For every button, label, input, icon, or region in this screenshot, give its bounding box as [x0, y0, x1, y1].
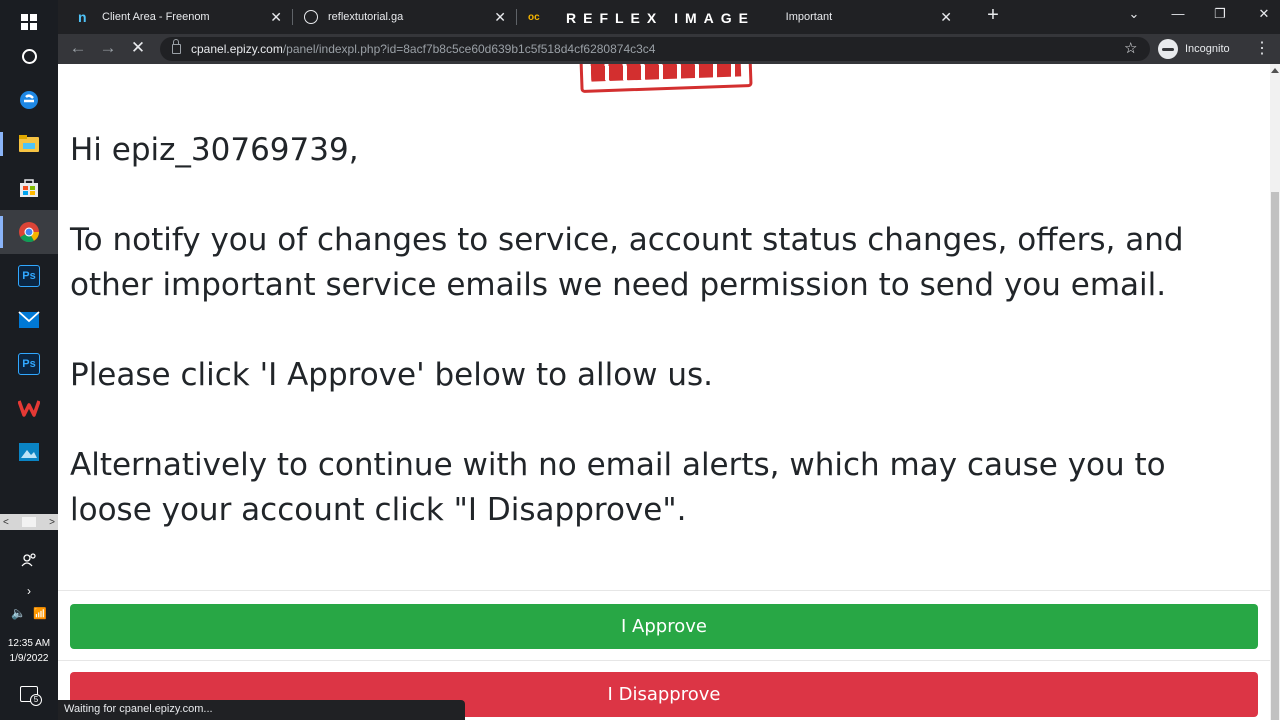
clock-date: 1/9/2022	[9, 653, 49, 664]
scroll-up-icon[interactable]	[1271, 68, 1279, 73]
status-bar: Waiting for cpanel.epizy.com...	[58, 700, 465, 720]
taskbar-mail[interactable]	[0, 298, 58, 342]
volume-icon[interactable]: 🔈	[11, 606, 26, 620]
notification-badge: 5	[30, 694, 42, 706]
close-tab-icon[interactable]: ✕	[494, 9, 506, 26]
cortana-icon	[21, 48, 37, 64]
taskbar-photoshop-2[interactable]: Ps	[0, 342, 58, 386]
disapprove-warning: Alternatively to continue with no email …	[70, 447, 1166, 528]
clock-time: 12:35 AM	[7, 638, 51, 649]
new-tab-button[interactable]: +	[980, 4, 1006, 27]
taskbar-photos[interactable]	[0, 430, 58, 474]
notice-stamp-image	[579, 64, 753, 93]
edge-icon	[20, 91, 38, 109]
show-hidden-icons-chevron-icon[interactable]: ›	[0, 582, 58, 600]
scroll-left-icon[interactable]: <	[3, 517, 9, 528]
greeting: Hi epiz_30769739,	[70, 132, 359, 168]
folder-icon	[19, 135, 39, 152]
windows-logo-icon	[21, 14, 37, 30]
taskbar-scroll[interactable]: < >	[0, 514, 58, 530]
freenom-favicon-icon: n	[78, 9, 87, 25]
windows-taskbar: Ps Ps < > › 🔈 📶 12:35 AM 1/9/2022 5	[0, 0, 58, 720]
people-icon[interactable]	[0, 550, 58, 570]
tab-title: Important	[785, 11, 833, 23]
photoshop-icon: Ps	[18, 265, 40, 287]
loading-favicon-icon: oc	[528, 11, 540, 23]
browser-tabbar: n Client Area - Freenom ✕ reflextutorial…	[58, 0, 1280, 34]
cortana-button[interactable]	[0, 34, 58, 78]
tab-search-chevron-icon[interactable]: ⌄	[1122, 6, 1146, 22]
url-host: cpanel.epizy.com	[191, 42, 283, 56]
taskbar-chrome[interactable]	[0, 210, 58, 254]
approve-instruction: Please click 'I Approve' below to allow …	[70, 357, 714, 393]
incognito-icon	[1158, 39, 1178, 59]
taskbar-wps[interactable]	[0, 386, 58, 430]
bookmark-star-icon[interactable]: ☆	[1124, 39, 1137, 57]
back-arrow-icon[interactable]: ←	[66, 38, 90, 58]
mail-icon	[18, 311, 40, 328]
minimize-button[interactable]: —	[1166, 6, 1190, 21]
address-bar[interactable]: cpanel.epizy.com/panel/indexpl.php?id=8a…	[160, 37, 1150, 61]
watermark-text: REFLEX IMAGE	[566, 10, 756, 26]
approve-button[interactable]: I Approve	[70, 604, 1258, 649]
stop-loading-icon[interactable]: ✕	[126, 38, 150, 58]
wps-office-icon	[18, 400, 40, 417]
incognito-label: Incognito	[1185, 43, 1230, 55]
taskbar-edge[interactable]	[0, 78, 58, 122]
page-scrollbar[interactable]	[1270, 64, 1280, 720]
photoshop-icon: Ps	[18, 353, 40, 375]
page-scroll-thumb[interactable]	[1271, 192, 1279, 720]
url-path: /panel/indexpl.php?id=8acf7b8c5ce60d639b…	[282, 42, 656, 56]
globe-icon	[304, 10, 318, 24]
tab-reflextutorial[interactable]: reflextutorial.ga ✕	[292, 0, 516, 34]
chrome-menu-icon[interactable]: ⋮	[1254, 38, 1270, 58]
taskbar-clock[interactable]: 12:35 AM 1/9/2022	[0, 636, 58, 666]
tab-title: reflextutorial.ga	[328, 11, 404, 23]
divider	[58, 590, 1270, 591]
scroll-thumb[interactable]	[22, 517, 36, 527]
tab-client-area[interactable]: n Client Area - Freenom ✕	[66, 0, 292, 34]
lock-icon[interactable]	[172, 39, 181, 54]
chrome-icon	[19, 222, 40, 243]
divider	[58, 660, 1270, 661]
tab-title: Client Area - Freenom	[102, 11, 210, 23]
browser-toolbar: ← → ✕ cpanel.epizy.com/panel/indexpl.php…	[58, 34, 1280, 64]
tray-status: 🔈 📶	[0, 604, 58, 622]
notice-message: Hi epiz_30769739, To notify you of chang…	[70, 128, 1250, 578]
close-window-button[interactable]: ✕	[1252, 6, 1276, 22]
taskbar-photoshop[interactable]: Ps	[0, 254, 58, 298]
photos-icon	[19, 443, 39, 461]
restore-button[interactable]: ❐	[1208, 6, 1232, 22]
close-tab-icon[interactable]: ✕	[940, 9, 952, 26]
store-bag-icon	[20, 179, 38, 197]
incognito-profile-button[interactable]: Incognito	[1158, 37, 1230, 61]
taskbar-file-explorer[interactable]	[0, 122, 58, 166]
scroll-right-icon[interactable]: >	[49, 517, 55, 528]
wifi-icon[interactable]: 📶	[33, 607, 47, 620]
close-tab-icon[interactable]: ✕	[270, 9, 282, 26]
message-body: To notify you of changes to service, acc…	[70, 222, 1184, 303]
page-content: Hi epiz_30769739, To notify you of chang…	[58, 64, 1270, 720]
forward-arrow-icon[interactable]: →	[96, 38, 120, 58]
taskbar-store[interactable]	[0, 166, 58, 210]
